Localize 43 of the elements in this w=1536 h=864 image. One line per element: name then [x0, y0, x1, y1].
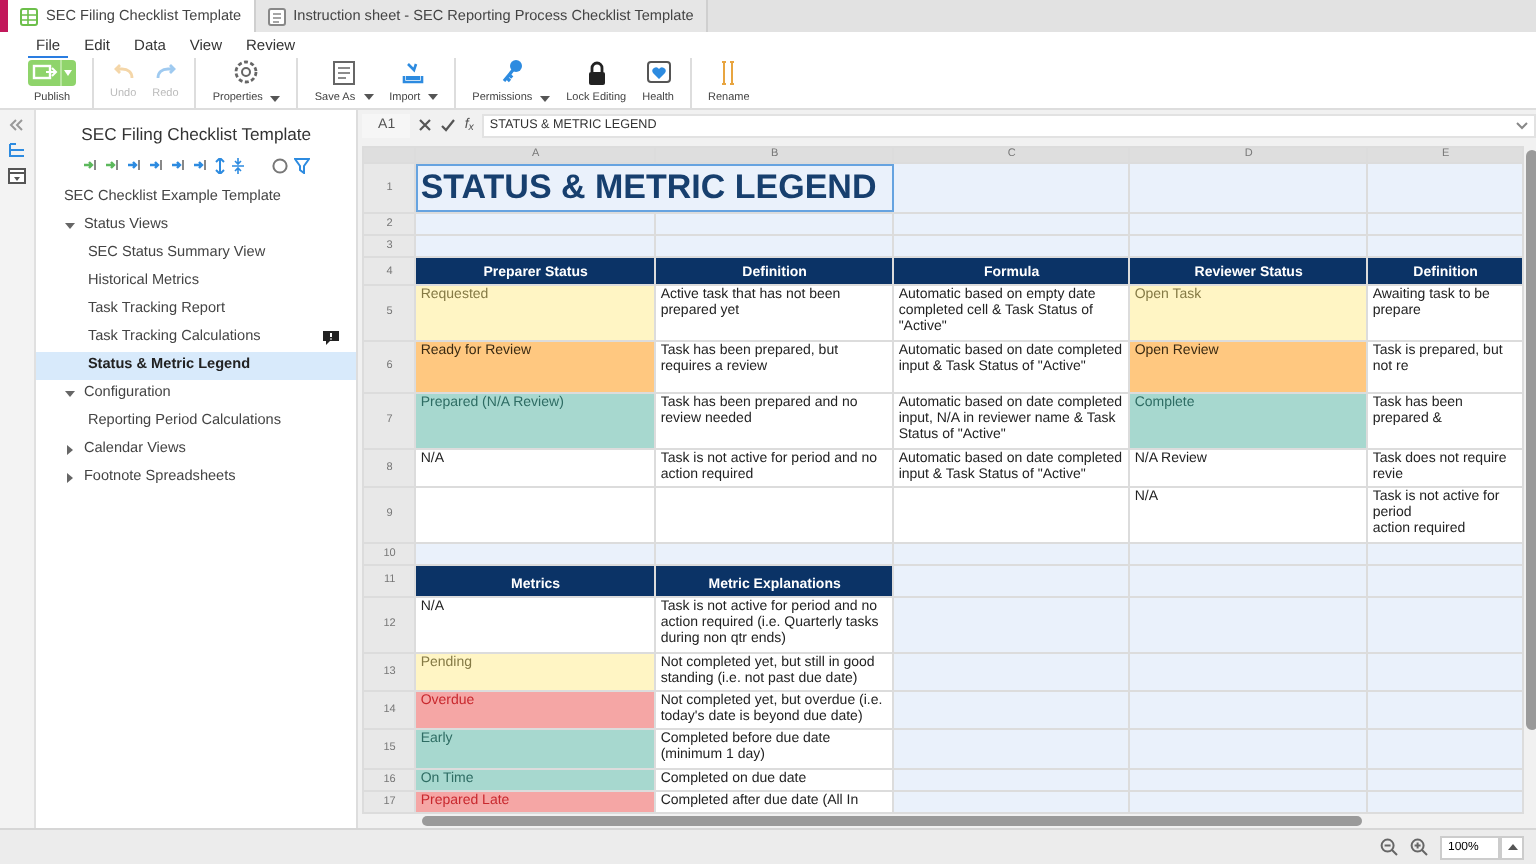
undo-icon	[111, 62, 136, 83]
key-icon	[499, 58, 524, 87]
arrow-bar-icon[interactable]	[126, 158, 143, 173]
chevron-down-icon[interactable]	[1516, 121, 1529, 130]
zoom-out-icon[interactable]	[1380, 838, 1398, 857]
zoom-menu-button[interactable]	[1500, 835, 1524, 860]
caret-icon	[270, 95, 281, 102]
caret-icon	[428, 94, 439, 101]
collapse-icon[interactable]	[232, 157, 245, 174]
caret-icon	[540, 95, 551, 102]
padlock-icon	[585, 59, 608, 86]
caret-icon[interactable]	[63, 443, 76, 456]
caret-icon	[363, 94, 374, 101]
panel-icon[interactable]	[7, 167, 26, 184]
arrow-bar-icon[interactable]	[82, 158, 99, 173]
arrow-bar-icon[interactable]	[104, 158, 121, 173]
arrow-bar-icon[interactable]	[170, 158, 187, 173]
check-icon[interactable]	[440, 118, 457, 133]
tray-arrow-icon	[400, 59, 427, 86]
sidebar-title: SEC Filing Checklist Template	[79, 121, 314, 148]
caret-icon	[1507, 844, 1517, 851]
circle-icon[interactable]	[272, 157, 289, 174]
filter-icon[interactable]	[294, 157, 311, 174]
sheet-title: STATUS & METRIC LEGEND	[415, 163, 894, 213]
caret-icon[interactable]	[63, 387, 76, 400]
double-chevron-icon[interactable]	[8, 117, 25, 132]
horizontal-scrollbar[interactable]	[422, 816, 1363, 827]
gear-icon	[232, 58, 261, 87]
caret-icon[interactable]	[63, 219, 76, 232]
redo-icon	[153, 62, 178, 83]
tree-list-icon[interactable]	[7, 141, 26, 158]
caret-icon[interactable]	[63, 471, 76, 484]
arrow-up-down-icon[interactable]	[214, 157, 227, 174]
document-icon	[331, 59, 356, 86]
sheet-icon	[20, 7, 38, 25]
monitor-dropdown-icon	[28, 59, 76, 86]
document-icon	[267, 7, 286, 25]
zoom-in-icon[interactable]	[1410, 838, 1428, 857]
arrow-bar-icon[interactable]	[192, 158, 209, 173]
text-cursor-icon	[718, 59, 739, 86]
comment-icon	[322, 329, 341, 346]
cross-icon[interactable]	[418, 118, 433, 133]
arrow-bar-icon[interactable]	[148, 158, 165, 173]
